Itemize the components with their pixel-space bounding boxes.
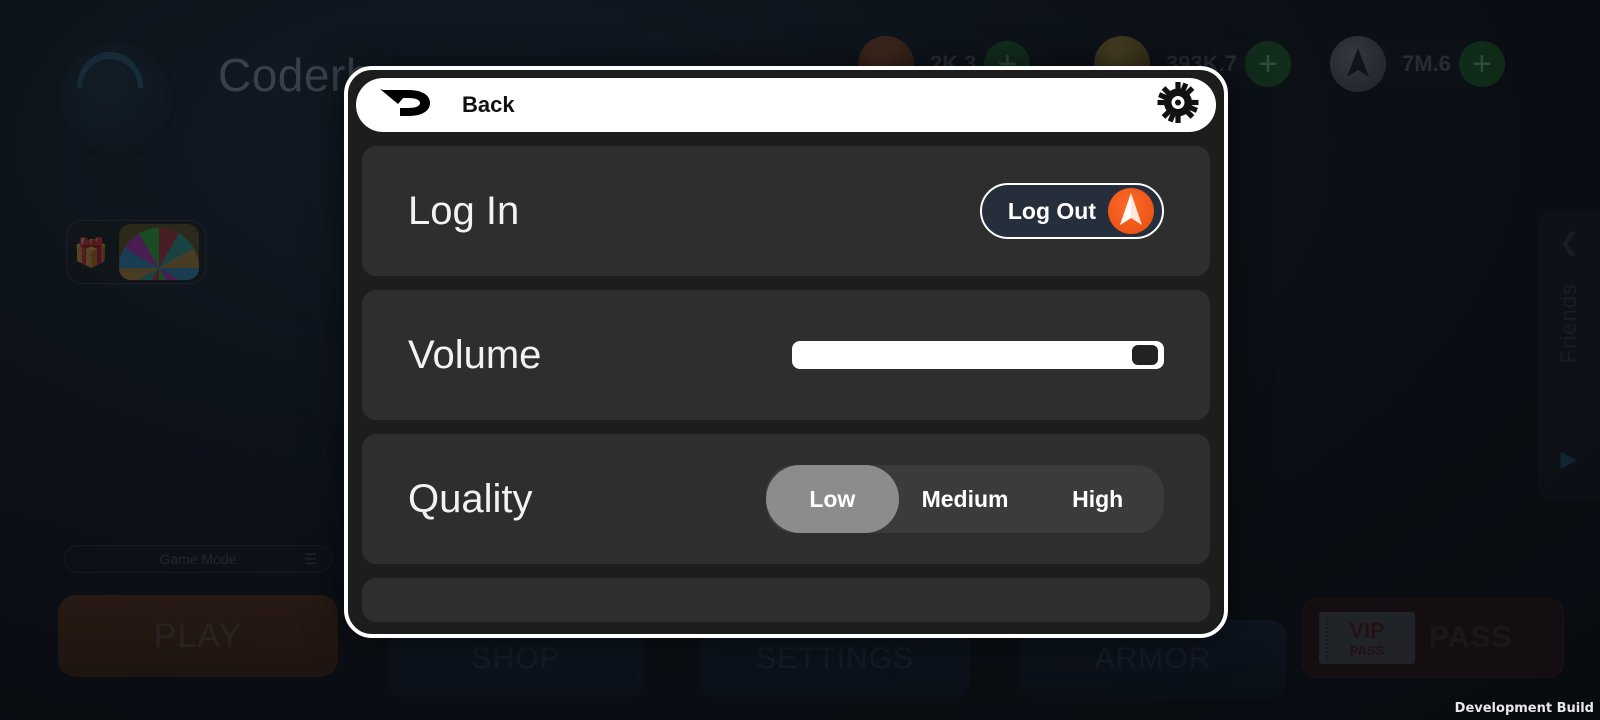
back-arrow-icon (378, 86, 444, 125)
add-coin-button[interactable]: + (1244, 41, 1291, 87)
currency-chip-nav[interactable]: 7M.6 + (1330, 36, 1505, 92)
vip-pass-label: PASS (1429, 621, 1513, 654)
quality-segmented-control: Low Medium High (766, 465, 1164, 533)
log-out-label: Log Out (1007, 197, 1096, 224)
chevron-left-icon[interactable]: ❮ (1559, 228, 1579, 257)
setting-label-quality: Quality (408, 476, 533, 521)
vip-ticket-line2: PASS (1349, 642, 1385, 658)
setting-row-next-partial[interactable] (362, 578, 1210, 622)
setting-row-quality: Quality Low Medium High (362, 434, 1210, 564)
gear-icon[interactable] (1156, 81, 1200, 130)
crazygames-logo-icon (1108, 188, 1154, 234)
log-out-button[interactable]: Log Out (979, 183, 1164, 239)
modal-header: Back (356, 78, 1216, 132)
volume-slider[interactable] (792, 341, 1164, 369)
spin-wheel-icon[interactable] (119, 224, 199, 280)
quality-option-low[interactable]: Low (766, 465, 899, 533)
setting-control-login: Log Out (979, 183, 1164, 239)
vip-pass-button[interactable]: VIP PASS PASS (1302, 598, 1564, 678)
friends-panel[interactable]: ❮ Friends ▶ (1538, 210, 1600, 500)
game-mode-label: Game Mode (159, 551, 237, 567)
avatar-hair-shape (77, 52, 143, 88)
setting-control-quality: Low Medium High (766, 465, 1164, 533)
friend-request-icon[interactable]: ▶ (1561, 446, 1578, 472)
friends-panel-label: Friends (1556, 283, 1581, 364)
quality-option-high[interactable]: High (1031, 465, 1164, 533)
setting-row-volume: Volume (362, 290, 1210, 420)
play-button[interactable]: PLAY (58, 595, 338, 677)
volume-slider-handle[interactable] (1132, 345, 1158, 365)
gift-icon[interactable]: 🎁 (67, 236, 115, 269)
add-nav-button[interactable]: + (1458, 41, 1505, 87)
setting-row-login: Log In Log Out (362, 146, 1210, 276)
settings-list: Log In Log Out Volume Quality Low Medium… (348, 132, 1224, 634)
setting-label-volume: Volume (408, 332, 542, 377)
back-label: Back (462, 92, 515, 117)
development-build-watermark: Development Build (1454, 701, 1594, 716)
nav-token-icon (1330, 36, 1386, 92)
game-mode-selector[interactable]: Game Mode ☰ (64, 545, 332, 573)
spin-wheel-graphic (119, 228, 199, 280)
setting-control-volume (792, 341, 1164, 369)
sliders-icon[interactable]: ☰ (304, 551, 317, 568)
reward-widget[interactable]: 🎁 (66, 220, 206, 284)
vip-ticket-icon: VIP PASS (1319, 612, 1415, 664)
nav-arrow-glyph (1330, 36, 1386, 92)
back-button[interactable]: Back (378, 86, 515, 125)
quality-option-medium[interactable]: Medium (899, 465, 1032, 533)
vip-ticket-line1: VIP (1349, 617, 1385, 643)
settings-modal: Back Log In Log Out Volume Quality Low M… (344, 66, 1228, 638)
setting-label-login: Log In (408, 188, 520, 233)
player-avatar-icon[interactable] (55, 38, 177, 160)
